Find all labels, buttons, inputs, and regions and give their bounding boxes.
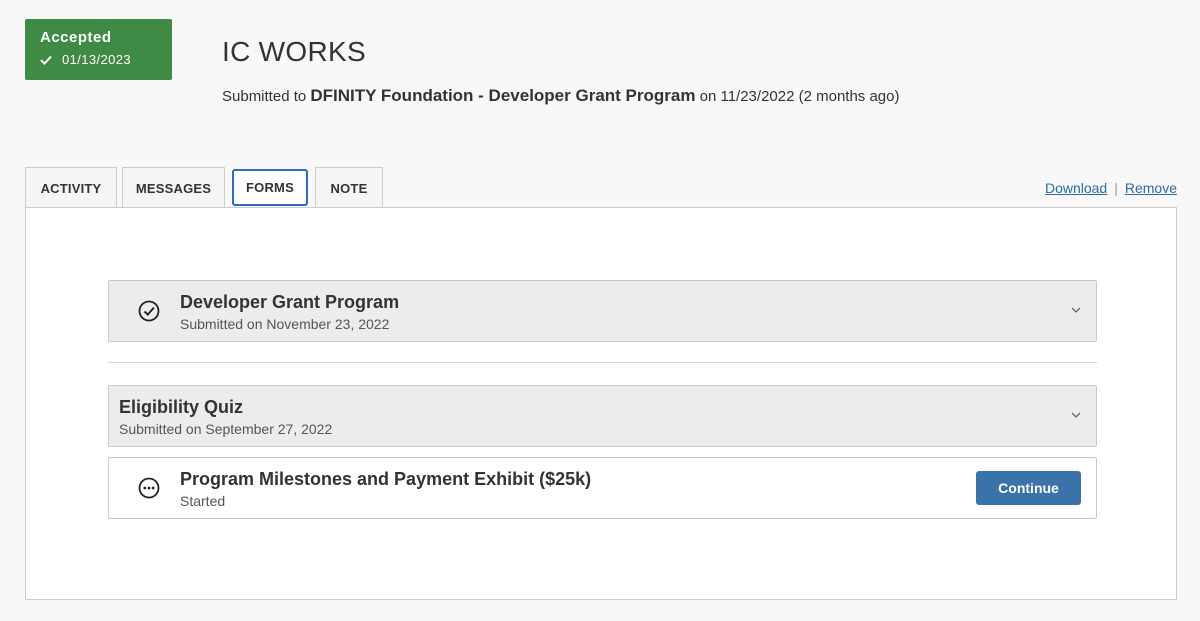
form-card-program-milestones: Program Milestones and Payment Exhibit (… (108, 457, 1097, 519)
form-subtitle: Submitted on November 23, 2022 (180, 316, 390, 332)
action-links: Download | Remove (1045, 180, 1177, 196)
forms-panel: Developer Grant Program Submitted on Nov… (25, 207, 1177, 600)
form-subtitle: Submitted on September 27, 2022 (119, 421, 333, 437)
tab-note[interactable]: NOTE (315, 167, 383, 208)
submitted-prefix: Submitted to (222, 88, 311, 105)
status-label: Accepted (40, 29, 112, 46)
form-title: Program Milestones and Payment Exhibit (… (180, 469, 592, 489)
page-title: IC WORKS (222, 36, 366, 67)
tab-bar: ACTIVITY MESSAGES FORMS NOTE (25, 167, 388, 208)
download-link[interactable]: Download (1045, 180, 1107, 196)
tab-messages[interactable]: MESSAGES (122, 167, 225, 208)
form-card-text: Program Milestones and Payment Exhibit (… (180, 469, 591, 509)
tab-forms[interactable]: FORMS (232, 169, 308, 206)
program-name: DFINITY Foundation - Developer Grant Pro… (310, 86, 696, 105)
divider (108, 362, 1097, 363)
tab-activity[interactable]: ACTIVITY (25, 167, 117, 208)
chevron-down-icon[interactable] (1070, 306, 1082, 314)
form-card-eligibility-quiz[interactable]: Eligibility Quiz Submitted on September … (108, 385, 1097, 447)
remove-link[interactable]: Remove (1125, 180, 1177, 196)
ellipsis-circle-icon (138, 477, 160, 499)
submitted-date: on 11/23/2022 (2 months ago) (695, 88, 900, 105)
form-subtitle: Started (180, 493, 226, 509)
check-circle-icon (138, 300, 160, 322)
status-date-row: 01/13/2023 (40, 52, 157, 67)
submission-line: Submitted to DFINITY Foundation - Develo… (222, 86, 899, 106)
check-icon (40, 55, 52, 65)
form-card-text: Eligibility Quiz Submitted on September … (119, 397, 332, 437)
form-card-developer-grant[interactable]: Developer Grant Program Submitted on Nov… (108, 280, 1097, 342)
status-badge: Accepted 01/13/2023 (25, 19, 172, 80)
form-title: Developer Grant Program (180, 292, 400, 312)
chevron-down-icon[interactable] (1070, 411, 1082, 419)
form-card-text: Developer Grant Program Submitted on Nov… (180, 292, 399, 332)
link-separator: | (1114, 180, 1118, 196)
status-date: 01/13/2023 (62, 52, 132, 67)
continue-button[interactable]: Continue (976, 471, 1081, 505)
form-title: Eligibility Quiz (119, 397, 244, 417)
